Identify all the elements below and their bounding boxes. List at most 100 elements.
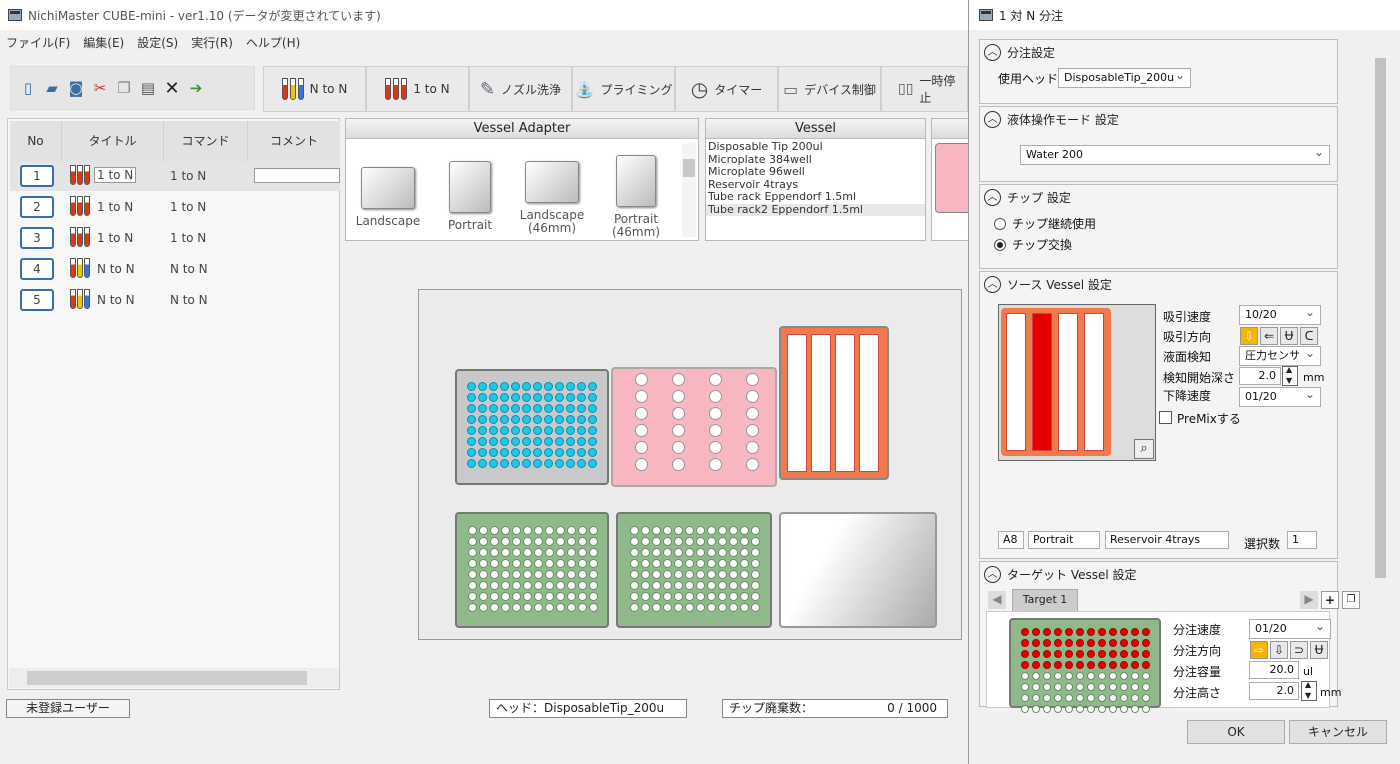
copy-target-icon[interactable]: ❐ xyxy=(1342,591,1360,609)
n-to-n-button[interactable]: N to N xyxy=(263,66,366,112)
well[interactable] xyxy=(566,448,575,457)
well[interactable] xyxy=(652,570,661,579)
arrow-left-icon[interactable]: ⇐ xyxy=(1260,327,1278,345)
tube-slot[interactable] xyxy=(672,390,685,403)
well[interactable] xyxy=(685,559,694,568)
well[interactable] xyxy=(1054,639,1062,647)
well[interactable] xyxy=(522,382,531,391)
well[interactable] xyxy=(490,570,499,579)
tube-slot[interactable] xyxy=(635,407,648,420)
well[interactable] xyxy=(512,603,521,612)
well[interactable] xyxy=(740,526,749,535)
well[interactable] xyxy=(751,559,760,568)
well[interactable] xyxy=(478,448,487,457)
well[interactable] xyxy=(1065,639,1073,647)
well[interactable] xyxy=(663,559,672,568)
well[interactable] xyxy=(479,581,488,590)
well[interactable] xyxy=(589,570,598,579)
well[interactable] xyxy=(500,382,509,391)
arrow-down-icon[interactable]: ⇩ xyxy=(1240,327,1258,345)
u-turn-icon[interactable]: Ʉ xyxy=(1310,641,1328,659)
well[interactable] xyxy=(490,592,499,601)
well[interactable] xyxy=(1032,683,1040,691)
well[interactable] xyxy=(674,537,683,546)
well[interactable] xyxy=(1065,628,1073,636)
well[interactable] xyxy=(501,570,510,579)
well[interactable] xyxy=(718,559,727,568)
deck-slot-2-tube-rack[interactable] xyxy=(611,367,777,487)
well[interactable] xyxy=(478,404,487,413)
well[interactable] xyxy=(523,559,532,568)
well[interactable] xyxy=(490,559,499,568)
liquid-detect-select[interactable]: 圧力センサ xyxy=(1239,344,1321,366)
well[interactable] xyxy=(1087,661,1095,669)
well[interactable] xyxy=(718,570,727,579)
well[interactable] xyxy=(707,548,716,557)
header-command[interactable]: コマンド xyxy=(164,121,248,161)
well[interactable] xyxy=(1087,628,1095,636)
head-select[interactable]: DisposableTip_200u xyxy=(1058,66,1191,88)
well[interactable] xyxy=(545,581,554,590)
well[interactable] xyxy=(588,382,597,391)
row-number[interactable]: 1 xyxy=(20,165,54,187)
well[interactable] xyxy=(1043,694,1051,702)
well[interactable] xyxy=(1032,639,1040,647)
well[interactable] xyxy=(534,526,543,535)
well[interactable] xyxy=(489,404,498,413)
well[interactable] xyxy=(1109,639,1117,647)
tube-slot[interactable] xyxy=(746,441,759,454)
well[interactable] xyxy=(534,603,543,612)
well[interactable] xyxy=(674,548,683,557)
pause-button[interactable]: ▯▯ 一時停止 xyxy=(881,66,968,112)
collapse-chevron-icon[interactable]: ︿ xyxy=(984,189,1001,206)
well[interactable] xyxy=(1065,694,1073,702)
well[interactable] xyxy=(1120,694,1128,702)
well[interactable] xyxy=(511,426,520,435)
well[interactable] xyxy=(729,537,738,546)
table-row[interactable]: 1 1 to N 1 to N xyxy=(10,161,340,191)
device-control-button[interactable]: ▭ デバイス制御 xyxy=(778,66,881,112)
well[interactable] xyxy=(1109,683,1117,691)
well[interactable] xyxy=(567,526,576,535)
well[interactable] xyxy=(652,537,661,546)
well[interactable] xyxy=(567,548,576,557)
well[interactable] xyxy=(663,570,672,579)
well[interactable] xyxy=(1142,672,1150,680)
well[interactable] xyxy=(1131,661,1139,669)
well[interactable] xyxy=(577,459,586,468)
well[interactable] xyxy=(567,537,576,546)
well[interactable] xyxy=(511,404,520,413)
collapse-chevron-icon[interactable]: ︿ xyxy=(984,566,1001,583)
well[interactable] xyxy=(534,548,543,557)
detect-depth-spinner[interactable] xyxy=(1282,365,1298,386)
well[interactable] xyxy=(578,581,587,590)
header-no[interactable]: No xyxy=(10,121,62,161)
well[interactable] xyxy=(556,537,565,546)
well[interactable] xyxy=(467,415,476,424)
well[interactable] xyxy=(641,526,650,535)
target-plate-preview[interactable] xyxy=(1009,618,1161,713)
tube-slot[interactable] xyxy=(709,458,722,471)
well[interactable] xyxy=(1142,683,1150,691)
well[interactable] xyxy=(1076,672,1084,680)
well[interactable] xyxy=(1021,661,1029,669)
well[interactable] xyxy=(1076,683,1084,691)
scrollbar-thumb[interactable] xyxy=(1375,58,1386,578)
well[interactable] xyxy=(751,603,760,612)
well[interactable] xyxy=(1065,661,1073,669)
well[interactable] xyxy=(685,537,694,546)
well[interactable] xyxy=(740,537,749,546)
dispense-volume-input[interactable]: 20.0 xyxy=(1249,661,1299,679)
well[interactable] xyxy=(1043,705,1051,713)
well[interactable] xyxy=(523,603,532,612)
dispense-height-spinner[interactable] xyxy=(1301,680,1317,701)
list-horizontal-scrollbar[interactable] xyxy=(9,668,339,688)
table-row[interactable]: 5 N to N N to N xyxy=(10,285,340,315)
well[interactable] xyxy=(544,448,553,457)
well[interactable] xyxy=(555,404,564,413)
row-number[interactable]: 5 xyxy=(20,289,54,311)
detect-depth-input[interactable]: 2.0 xyxy=(1239,367,1281,385)
well[interactable] xyxy=(523,581,532,590)
well[interactable] xyxy=(1087,683,1095,691)
well[interactable] xyxy=(589,548,598,557)
